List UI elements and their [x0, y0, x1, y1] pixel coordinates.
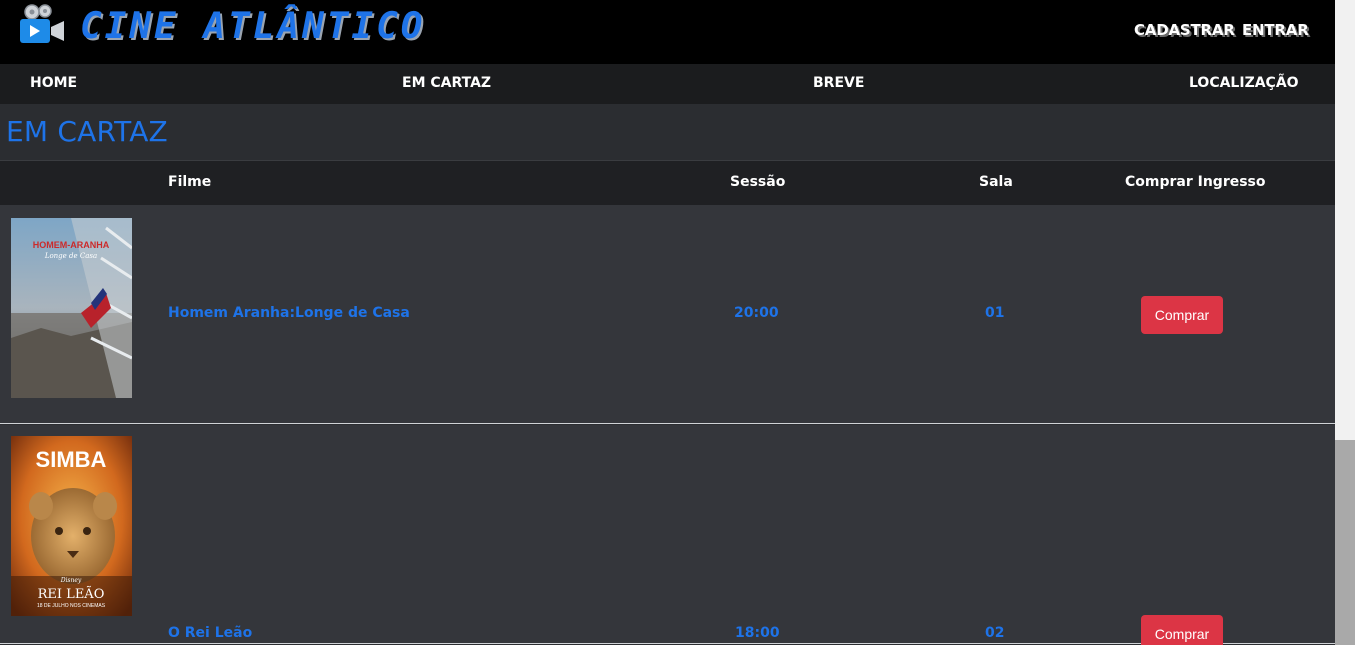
scrollbar-thumb[interactable] — [1335, 440, 1355, 645]
poster-caption: 18 DE JULHO NOS CINEMAS — [37, 603, 106, 609]
table-row: HOMEM-ARANHA Longe de Casa Homem Aranha:… — [0, 205, 1335, 424]
nav-item-em-cartaz[interactable]: EM CARTAZ — [402, 75, 491, 91]
poster-subtitle: Longe de Casa — [44, 252, 97, 260]
main-nav: HOME EM CARTAZ BREVE LOCALIZAÇÃO — [0, 64, 1335, 104]
nav-item-home[interactable]: HOME — [30, 75, 77, 91]
movie-camera-icon[interactable] — [18, 3, 66, 45]
table-row: SIMBA Disney REI LEÃO 18 DE JULHO NOS CI… — [0, 425, 1335, 645]
column-header-room: Sala — [979, 174, 1013, 190]
poster-subtitle: REI LEÃO — [38, 586, 105, 602]
register-link[interactable]: CADASTRAR — [1134, 21, 1235, 39]
nav-item-localizacao[interactable]: LOCALIZAÇÃO — [1189, 75, 1299, 91]
room-number: 02 — [985, 625, 1005, 641]
top-bar: CINE ATLÂNTICO CADASTRAR ENTRAR — [0, 0, 1335, 64]
session-time: 20:00 — [734, 305, 779, 321]
buy-button[interactable]: Comprar — [1141, 296, 1223, 334]
poster-heading: SIMBA — [36, 447, 107, 472]
nav-item-breve[interactable]: BREVE — [813, 75, 864, 91]
main-content: EM CARTAZ Filme Sessão Sala Comprar Ingr… — [0, 104, 1335, 645]
column-header-buy: Comprar Ingresso — [1125, 174, 1266, 190]
buy-button[interactable]: Comprar — [1141, 615, 1223, 645]
page-title: EM CARTAZ — [6, 115, 168, 148]
brand-name[interactable]: CINE ATLÂNTICO — [80, 6, 425, 47]
column-header-film: Filme — [168, 174, 212, 190]
poster-brand: Disney — [60, 577, 82, 584]
table-header: Filme Sessão Sala Comprar Ingresso — [0, 160, 1335, 205]
column-header-session: Sessão — [730, 174, 786, 190]
movie-poster-spiderman[interactable]: HOMEM-ARANHA Longe de Casa — [11, 218, 132, 398]
room-number: 01 — [985, 305, 1005, 321]
session-time: 18:00 — [735, 625, 780, 641]
login-link[interactable]: ENTRAR — [1242, 21, 1309, 39]
poster-heading: HOMEM-ARANHA — [33, 240, 110, 250]
movie-title-link[interactable]: Homem Aranha:Longe de Casa — [168, 305, 410, 321]
movie-title-link[interactable]: O Rei Leão — [168, 625, 252, 641]
movie-poster-lion-king[interactable]: SIMBA Disney REI LEÃO 18 DE JULHO NOS CI… — [11, 436, 132, 616]
